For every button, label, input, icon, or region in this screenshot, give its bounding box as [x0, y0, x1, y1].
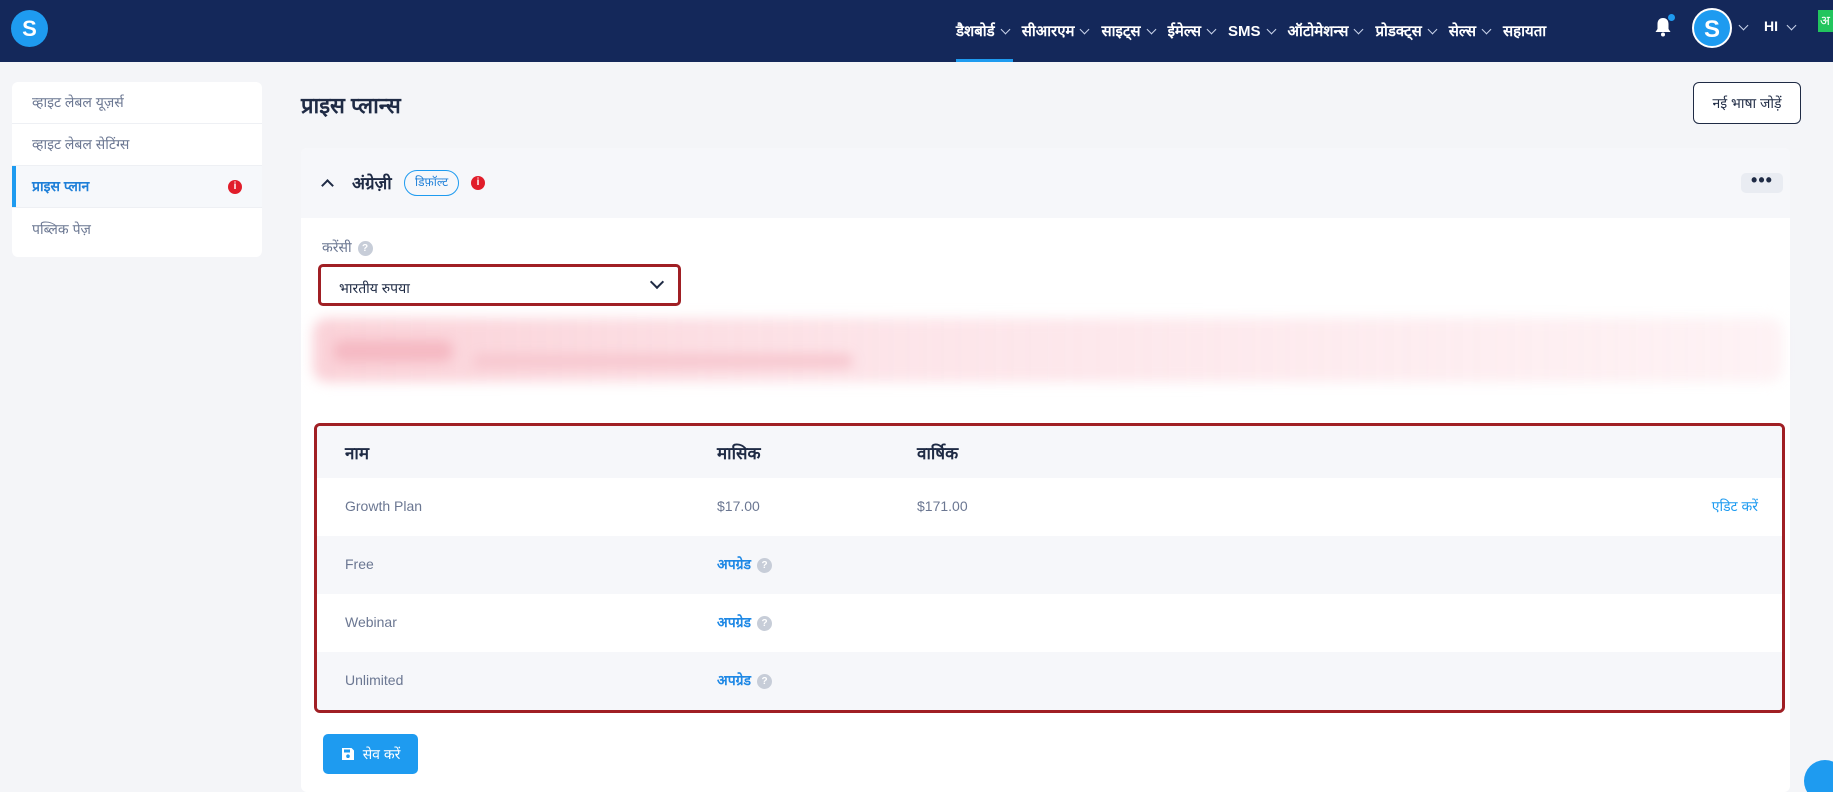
chevron-down-icon	[649, 274, 665, 290]
sidebar-item-label: व्हाइट लेबल यूज़र्स	[32, 94, 124, 110]
sidebar-item-public-page[interactable]: पब्लिक पेज़	[12, 208, 262, 250]
plan-monthly-price: $17.00	[717, 498, 760, 514]
alert-icon[interactable]: i	[471, 176, 485, 190]
sidebar-item-white-label-settings[interactable]: व्हाइट लेबल सेटिंग्स	[12, 124, 262, 166]
chevron-down-icon	[1481, 24, 1492, 34]
plan-yearly-price: $171.00	[917, 498, 968, 514]
chevron-down-icon	[1266, 24, 1276, 34]
alert-icon: i	[228, 180, 242, 194]
avatar[interactable]: S	[1692, 8, 1732, 48]
language-price-card: अंग्रेज़ी डिफ़ॉल्ट i ••• करेंसी? भारतीय …	[301, 148, 1790, 792]
corner-badge[interactable]: अ	[1818, 10, 1833, 32]
nav-sites[interactable]: साइट्स	[1101, 0, 1157, 62]
table-row: Free अपग्रेड?	[317, 536, 1782, 594]
app-logo[interactable]: S	[11, 10, 48, 47]
nav-dashboard[interactable]: डैशबोर्ड	[956, 0, 1013, 62]
chevron-down-icon	[1080, 24, 1090, 34]
help-icon[interactable]: ?	[757, 615, 773, 631]
plan-name: Webinar	[345, 614, 397, 630]
currency-label-text: करेंसी	[322, 239, 352, 255]
nav-sales[interactable]: सेल्स	[1448, 0, 1492, 62]
main-nav: डैशबोर्ड सीआरएम साइट्स ईमेल्स SMS ऑटोमेश…	[956, 0, 1559, 62]
upgrade-link[interactable]: अपग्रेड?	[717, 613, 773, 632]
chevron-up-icon[interactable]	[321, 179, 334, 192]
default-badge: डिफ़ॉल्ट	[404, 170, 460, 196]
plan-name: Unlimited	[345, 672, 404, 688]
settings-sidebar: व्हाइट लेबल यूज़र्स व्हाइट लेबल सेटिंग्स…	[12, 82, 262, 257]
nav-crm[interactable]: सीआरएम	[1021, 0, 1090, 62]
upgrade-label: अपग्रेड	[717, 672, 752, 688]
page-title: प्राइस प्लान्स	[301, 93, 401, 118]
chevron-down-icon[interactable]	[1786, 20, 1797, 31]
plan-name: Growth Plan	[345, 498, 423, 514]
more-options-button[interactable]: •••	[1741, 171, 1783, 193]
nav-products-label: प्रोडक्ट्स	[1375, 23, 1422, 40]
assistant-fab[interactable]	[1804, 760, 1833, 792]
nav-sms[interactable]: SMS	[1227, 0, 1276, 62]
table-row: Growth Plan $17.00 $171.00 एडिट करें	[317, 478, 1782, 536]
table-header: नाम मासिक वार्षिक	[317, 426, 1782, 478]
blurred-text	[473, 354, 853, 368]
sidebar-item-label: व्हाइट लेबल सेटिंग्स	[32, 136, 130, 152]
currency-value: भारतीय रुपया	[339, 280, 410, 296]
blurred-text	[333, 340, 453, 362]
help-icon[interactable]: ?	[357, 240, 373, 256]
nav-help-label: सहायता	[1503, 23, 1547, 40]
nav-sms-label: SMS	[1227, 22, 1261, 40]
nav-automations-label: ऑटोमेशन्स	[1287, 23, 1349, 40]
blurred-notice	[313, 318, 1783, 382]
chevron-down-icon	[1000, 24, 1011, 34]
table-row: Webinar अपग्रेड?	[317, 594, 1782, 652]
column-header-monthly: मासिक	[717, 444, 761, 463]
nav-crm-label: सीआरएम	[1021, 23, 1075, 40]
upgrade-label: अपग्रेड	[717, 556, 752, 572]
language-switcher[interactable]: HI	[1764, 18, 1778, 34]
plan-name: Free	[345, 556, 374, 572]
language-card-header[interactable]: अंग्रेज़ी डिफ़ॉल्ट i •••	[301, 148, 1790, 218]
nav-help[interactable]: सहायता	[1503, 0, 1546, 62]
save-button-label: सेव करें	[362, 745, 401, 762]
nav-products[interactable]: प्रोडक्ट्स	[1375, 0, 1438, 62]
price-plans-table: नाम मासिक वार्षिक Growth Plan $17.00 $17…	[314, 423, 1785, 713]
save-icon	[341, 748, 354, 760]
add-language-button[interactable]: नई भाषा जोड़ें	[1693, 82, 1801, 124]
sidebar-item-price-plan[interactable]: प्राइस प्लान i	[12, 166, 262, 208]
nav-sales-label: सेल्स	[1448, 23, 1476, 40]
edit-plan-link[interactable]: एडिट करें	[1712, 497, 1758, 516]
chevron-down-icon[interactable]	[1738, 20, 1749, 31]
chevron-down-icon	[1146, 24, 1157, 34]
column-header-yearly: वार्षिक	[917, 444, 959, 463]
help-icon[interactable]: ?	[757, 673, 773, 689]
table-row: Unlimited अपग्रेड?	[317, 652, 1782, 710]
currency-label: करेंसी?	[322, 238, 373, 257]
chevron-down-icon	[1427, 24, 1438, 34]
upgrade-link[interactable]: अपग्रेड?	[717, 555, 773, 574]
chevron-down-icon	[1206, 24, 1217, 34]
nav-dashboard-label: डैशबोर्ड	[956, 23, 995, 40]
sidebar-item-label: प्राइस प्लान	[32, 178, 90, 194]
help-icon[interactable]: ?	[757, 557, 773, 573]
upgrade-link[interactable]: अपग्रेड?	[717, 671, 773, 690]
chevron-down-icon	[1353, 24, 1364, 34]
nav-automations[interactable]: ऑटोमेशन्स	[1287, 0, 1364, 62]
sidebar-item-white-label-users[interactable]: व्हाइट लेबल यूज़र्स	[12, 82, 262, 124]
column-header-name: नाम	[345, 444, 370, 463]
upgrade-label: अपग्रेड	[717, 614, 752, 630]
save-button[interactable]: सेव करें	[323, 734, 418, 774]
nav-emails[interactable]: ईमेल्स	[1167, 0, 1217, 62]
top-navbar: S डैशबोर्ड सीआरएम साइट्स ईमेल्स SMS ऑटोम…	[0, 0, 1833, 62]
notification-dot	[1668, 14, 1675, 21]
sidebar-item-label: पब्लिक पेज़	[32, 220, 91, 237]
nav-emails-label: ईमेल्स	[1167, 23, 1201, 40]
currency-select[interactable]: भारतीय रुपया	[318, 264, 681, 306]
nav-sites-label: साइट्स	[1101, 23, 1141, 40]
language-name: अंग्रेज़ी	[352, 174, 392, 193]
